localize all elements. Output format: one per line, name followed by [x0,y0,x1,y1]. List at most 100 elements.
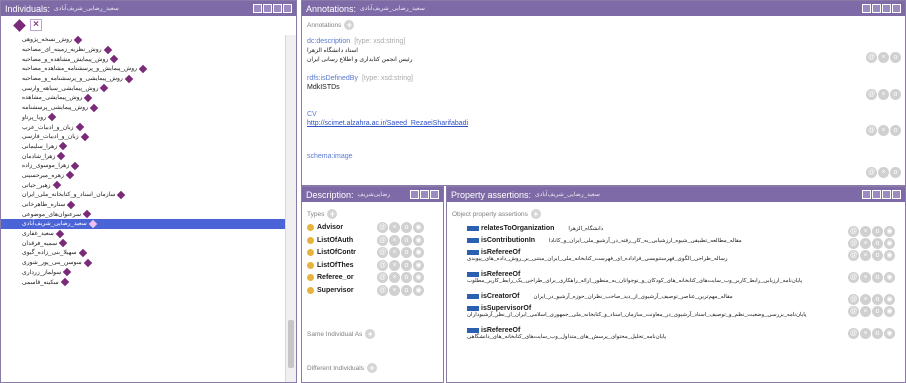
annotate-icon[interactable]: @ [866,89,877,100]
edit-icon[interactable]: ◉ [884,226,895,237]
annotate-icon[interactable]: @ [848,250,859,261]
annotate-icon[interactable]: @ [377,259,388,271]
add-annotation-icon[interactable]: + [344,20,355,30]
explain-icon[interactable]: × [860,272,871,283]
edit-icon[interactable]: ◉ [413,285,424,296]
explain-icon[interactable]: × [389,234,400,246]
annotate-icon[interactable]: @ [848,294,859,305]
annotation-property[interactable]: dc:description [type: xsd:string] [307,38,900,45]
property-assertion-row[interactable]: isSupervisorOf [467,305,835,312]
scrollbar-thumb[interactable] [288,320,294,368]
edit-icon[interactable]: ◉ [884,294,895,305]
edit-icon[interactable]: ◉ [413,247,424,259]
type-item[interactable]: Supervisor [307,287,354,294]
property-value[interactable]: پایان‌نامه_ارزیابی_رابط_کاربر_وب_سایت‌ها… [467,278,835,284]
delete-icon[interactable]: o [872,306,883,317]
list-item[interactable]: زهرا_سلیمانی [1,142,286,152]
explain-icon[interactable]: × [389,247,400,259]
annotate-icon[interactable]: @ [848,306,859,317]
pin-icon[interactable] [253,4,262,13]
list-item[interactable]: روش_پیمایشی_و_پرسشنامه_و_مصاحبه [1,74,286,84]
delete-icon[interactable]: o [872,294,883,305]
delete-icon[interactable]: × [878,89,889,100]
restore-icon[interactable] [872,4,881,13]
list-item[interactable]: رویا_پرتاو [1,113,286,123]
property-value[interactable]: رساله_طراحی_الگوی_فهرستنویسی_فراداده_ای_… [467,256,835,262]
edit-icon[interactable]: ◉ [884,250,895,261]
individuals-scrollbar[interactable] [285,35,296,382]
edit-icon[interactable]: ◉ [413,259,424,271]
list-item[interactable]: روش_پیمایشی_مشاهده [1,93,286,103]
delete-icon[interactable]: o [401,247,412,259]
property-assertion-row[interactable]: isRefereeOf [467,249,835,256]
maximize-icon[interactable] [882,190,891,199]
add-different-individual-icon[interactable]: + [366,363,377,373]
delete-icon[interactable]: o [872,238,883,249]
maximize-icon[interactable] [273,4,282,13]
annotation-property[interactable]: rdfs:isDefinedBy [type: xsd:string] [307,75,900,82]
property-value[interactable]: دانشگاه_الزهرا [568,226,603,232]
list-item[interactable]: سهیلا_بنی_زاده_گیوی [1,248,286,258]
pin-icon[interactable] [410,190,419,199]
annotation-property[interactable]: CV [307,111,900,118]
list-item[interactable]: سازمان_اسناد_و_کتابخانه_ملی_ایران [1,190,286,200]
explain-icon[interactable]: × [860,250,871,261]
type-item[interactable]: ListOfContr [307,249,356,257]
explain-icon[interactable]: × [860,238,871,249]
add-object-property-icon[interactable]: + [530,209,541,219]
annotate-icon[interactable]: @ [377,272,388,284]
list-item[interactable]: زهرا_موسوی_زاده [1,161,286,171]
edit-icon[interactable]: o [890,167,901,178]
property-assertion-row[interactable]: relatesToOrganization دانشگاه_الزهرا [467,225,835,232]
edit-icon[interactable]: ◉ [413,222,424,233]
pin-icon[interactable] [862,4,871,13]
annotate-icon[interactable]: @ [866,52,877,63]
type-item[interactable]: Referee_or [307,274,354,282]
property-value[interactable]: مقاله_مطالعه_تطبیقی_شیوه_ارزشیابی_به_کار… [549,238,742,244]
delete-icon[interactable]: o [872,250,883,261]
list-item[interactable]: سوسن_بنی_پور_شوری [1,258,286,268]
delete-icon[interactable]: o [401,234,412,246]
edit-icon[interactable]: ◉ [884,328,895,339]
delete-icon[interactable]: × [878,167,889,178]
list-item[interactable]: روش_پیمایشی_پرسشنامه [1,103,286,113]
edit-icon[interactable]: o [890,125,901,136]
restore-icon[interactable] [263,4,272,13]
annotate-icon[interactable]: @ [848,226,859,237]
list-item[interactable]: زهیر_حیاتی [1,180,286,190]
delete-icon[interactable]: × [878,52,889,63]
list-item[interactable]: سولماز_زرداری [1,268,286,278]
delete-icon[interactable]: o [872,226,883,237]
close-icon[interactable] [892,190,901,199]
list-item[interactable]: روش_نظریه_زمینه_ای_مصاحبه [1,45,286,55]
delete-icon[interactable]: × [878,125,889,136]
delete-icon[interactable]: o [401,222,412,233]
annotate-icon[interactable]: @ [377,234,388,246]
maximize-icon[interactable] [882,4,891,13]
edit-icon[interactable]: ◉ [413,234,424,246]
add-individual-icon[interactable] [13,18,26,32]
type-item[interactable]: ListOfAuth [307,236,353,244]
annotate-icon[interactable]: @ [377,247,388,259]
annotate-icon[interactable]: @ [848,272,859,283]
list-item[interactable]: روش_پیمایش_و_پرسشنامه_مشاهده_مصاحبه [1,64,286,74]
annotate-icon[interactable]: @ [866,125,877,136]
edit-icon[interactable]: ◉ [884,238,895,249]
delete-icon[interactable]: o [401,272,412,284]
explain-icon[interactable]: × [389,222,400,233]
property-assertion-row[interactable]: isRefereeOf [467,327,835,334]
explain-icon[interactable]: × [860,328,871,339]
annotate-icon[interactable]: @ [377,285,388,296]
list-item[interactable]: سکینه_قاسمی [1,277,286,287]
list-item[interactable]: زبان_و_ادبیات_فارسی [1,132,286,142]
explain-icon[interactable]: × [389,285,400,296]
restore-icon[interactable] [420,190,429,199]
list-item[interactable]: سعید_رضایی_شریف‌آبادی [1,219,286,229]
list-item[interactable]: روش_پیمایشی_سیاهه_وارسی [1,83,286,93]
list-item[interactable]: روش_پیمایش_مشاهده_و_مصاحبه [1,54,286,64]
delete-icon[interactable]: o [401,259,412,271]
explain-icon[interactable]: × [860,294,871,305]
list-item[interactable]: سرعنوان‌های_موضوعی [1,209,286,219]
restore-icon[interactable] [872,190,881,199]
list-item[interactable]: زهرا_شادمان [1,151,286,161]
